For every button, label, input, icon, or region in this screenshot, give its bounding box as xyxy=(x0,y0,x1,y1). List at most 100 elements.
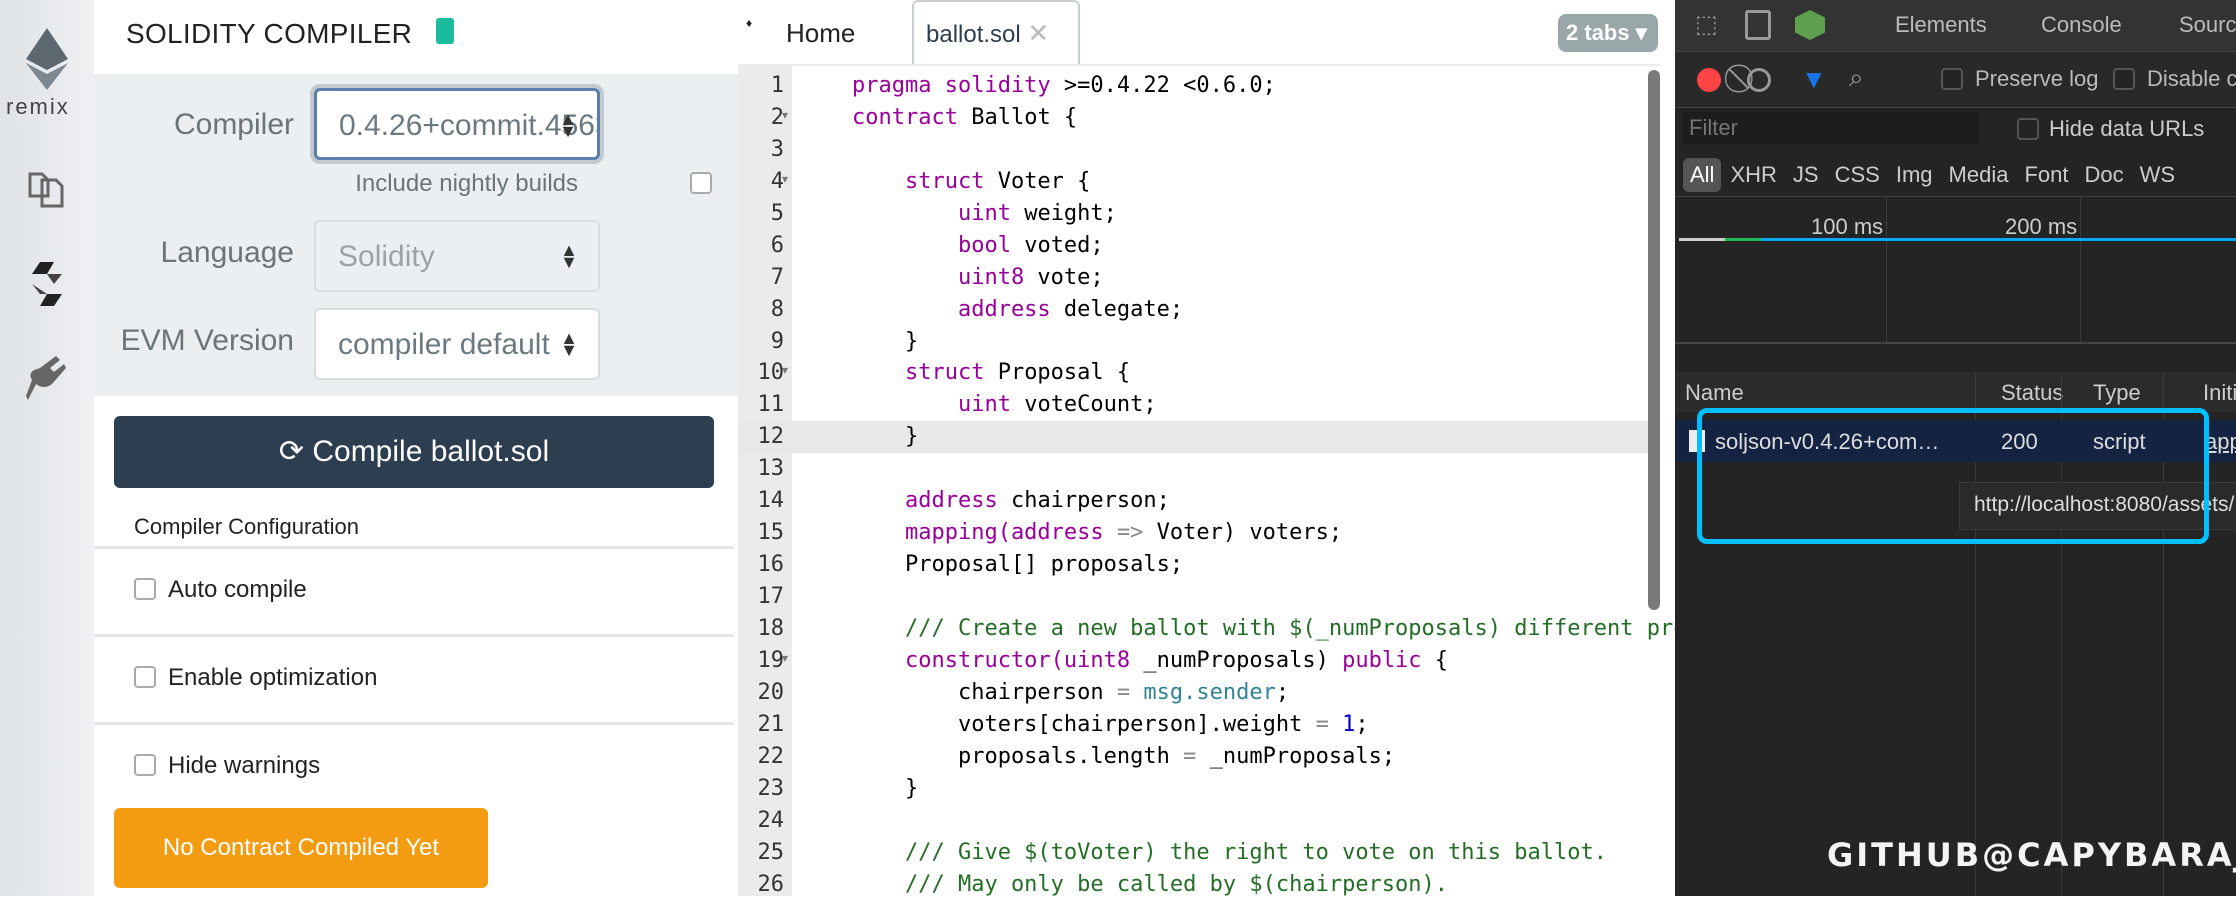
column-type[interactable]: Type xyxy=(2093,380,2141,406)
line-number: 8 xyxy=(770,296,784,322)
line-number: 12 xyxy=(757,424,785,450)
fold-arrow-icon[interactable]: ▾ xyxy=(782,651,788,665)
clear-icon[interactable] xyxy=(1747,68,1771,92)
tab-console[interactable]: Console xyxy=(2041,12,2122,38)
code-token: = xyxy=(1116,679,1131,705)
hide-warnings-checkbox[interactable] xyxy=(134,754,156,776)
tabs-count: 2 tabs xyxy=(1566,20,1630,45)
code-editor: ♦ Home ballot.sol ✕ 2 tabs ▾ 1 pragma sol… xyxy=(738,0,1779,897)
code-token: ; xyxy=(1355,711,1369,737)
highlight-box xyxy=(1697,408,2209,544)
tab-elements[interactable]: Elements xyxy=(1895,12,1987,38)
fold-arrow-icon[interactable]: ▾ xyxy=(782,108,788,122)
file-explorer-icon[interactable] xyxy=(28,166,64,208)
editor-scrollbar[interactable] xyxy=(1648,70,1660,610)
column-name[interactable]: Name xyxy=(1685,380,1744,406)
line-number: 9 xyxy=(770,328,784,354)
icon-sidebar: remix xyxy=(0,0,94,896)
type-filter-font[interactable]: Font xyxy=(2017,158,2075,192)
line-number: 24 xyxy=(757,807,785,833)
close-tab-icon[interactable]: ✕ xyxy=(1027,18,1049,48)
enable-optimization-checkbox[interactable] xyxy=(134,666,156,688)
disable-cache-checkbox[interactable] xyxy=(2113,68,2135,90)
fold-arrow-icon[interactable]: ▾ xyxy=(782,172,788,186)
code-token: uint xyxy=(852,392,1011,418)
type-filter-img[interactable]: Img xyxy=(1889,158,1940,192)
nightly-builds-checkbox[interactable] xyxy=(690,172,712,194)
inspect-element-icon[interactable]: ⬚ xyxy=(1695,10,1718,39)
record-icon[interactable] xyxy=(1697,68,1721,92)
evm-version-select[interactable]: compiler default ▲ ▼ xyxy=(314,308,600,380)
type-filter-xhr[interactable]: XHR xyxy=(1723,158,1783,192)
code-token: /// Give $(toVoter) the right to vote on… xyxy=(852,839,1607,865)
select-arrows-icon: ▲ ▼ xyxy=(560,240,578,272)
compiler-version-select[interactable]: 0.4.26+commit.4563c3fc▲▼ xyxy=(314,88,600,160)
type-filter-css[interactable]: CSS xyxy=(1828,158,1887,192)
request-initiator-link[interactable]: app xyxy=(2205,429,2236,455)
code-token: uint8 xyxy=(852,264,1025,290)
code-token: /// Create a new ballot with $(_numPropo… xyxy=(852,616,1780,642)
code-token: voters[chairperson].weight xyxy=(852,711,1316,737)
ethereum-logo-icon[interactable] xyxy=(26,28,68,90)
code-line: bool voted; xyxy=(852,233,1104,258)
code-line: pragma solidity >=0.4.22 <0.6.0; xyxy=(852,73,1276,98)
language-select[interactable]: Solidity ▲ ▼ xyxy=(314,220,600,292)
code-token: voted; xyxy=(1010,232,1104,258)
language-value: Solidity xyxy=(338,240,435,273)
type-filter-media[interactable]: Media xyxy=(1942,158,2016,192)
line-number: 18 xyxy=(757,616,785,642)
devtools-top-bar: ⬚ Elements Console Sources xyxy=(1675,0,2236,52)
line-number: 21 xyxy=(757,711,785,737)
preserve-log-checkbox[interactable] xyxy=(1941,68,1963,90)
search-icon[interactable]: ⌕ xyxy=(1849,62,1864,94)
requests-table-header: Name Status Type Initiator xyxy=(1675,372,2236,412)
tab-ballot-sol[interactable]: ballot.sol ✕ xyxy=(912,0,1080,64)
compile-button[interactable]: ⟳ Compile ballot.sol xyxy=(114,416,714,488)
hide-data-urls-label: Hide data URLs xyxy=(2049,116,2205,141)
home-tab[interactable]: ♦ xyxy=(746,16,752,30)
divider xyxy=(738,64,1660,66)
column-initiator[interactable]: Initiator xyxy=(2203,380,2236,406)
compilation-status-button[interactable]: No Contract Compiled Yet xyxy=(114,808,488,888)
column-status[interactable]: Status xyxy=(2001,380,2063,406)
timing-bar-queue xyxy=(1679,238,1725,241)
tabs-count-dropdown[interactable]: 2 tabs ▾ xyxy=(1558,14,1658,52)
type-filter-doc[interactable]: Doc xyxy=(2077,158,2130,192)
compiler-settings: Compiler 0.4.26+commit.4563c3fc▲▼ Includ… xyxy=(94,74,738,396)
line-number: 20 xyxy=(757,679,785,705)
code-line: struct Proposal { xyxy=(852,360,1130,385)
evm-version-label: EVM Version xyxy=(120,324,294,357)
code-token: _numProposals) xyxy=(1130,647,1343,673)
timeline-tick-100ms: 100 ms xyxy=(1811,214,1884,239)
code-token: public xyxy=(1342,647,1422,673)
nodejs-icon[interactable] xyxy=(1795,10,1825,40)
auto-compile-checkbox[interactable] xyxy=(134,578,156,600)
documentation-book-icon[interactable] xyxy=(436,18,454,44)
code-token: weight; xyxy=(1010,200,1117,226)
code-token: msg.sender xyxy=(1143,679,1276,705)
code-token: = xyxy=(1315,711,1329,737)
filter-funnel-icon[interactable]: ▼ xyxy=(1801,64,1827,95)
device-toolbar-icon[interactable] xyxy=(1745,10,1771,40)
type-filter-ws[interactable]: WS xyxy=(2133,158,2182,192)
type-filter-all[interactable]: All xyxy=(1683,158,1722,192)
line-number: 10 xyxy=(757,360,785,386)
code-token: struct xyxy=(852,168,985,194)
line-number: 26 xyxy=(757,871,785,897)
filter-input[interactable] xyxy=(1683,112,1979,144)
tab-sources[interactable]: Sources xyxy=(2179,12,2236,38)
hide-data-urls-checkbox[interactable] xyxy=(2017,118,2039,140)
type-filter-js[interactable]: JS xyxy=(1786,158,1826,192)
solidity-compiler-icon[interactable] xyxy=(32,262,62,306)
disable-cache-label: Disable cache xyxy=(2147,66,2236,91)
code-line: Proposal[] proposals; xyxy=(852,552,1183,577)
code-token: vote; xyxy=(1024,264,1104,290)
code-token: { xyxy=(1421,647,1449,673)
plugin-icon[interactable] xyxy=(26,356,66,400)
home-tab-label[interactable]: Home xyxy=(786,18,855,49)
fold-arrow-icon[interactable]: ▾ xyxy=(782,363,788,377)
gridline xyxy=(2080,196,2081,342)
code-token: _numProposals; xyxy=(1196,743,1396,769)
compile-button-label: Compile ballot.sol xyxy=(312,435,550,468)
code-line: uint voteCount; xyxy=(852,392,1157,417)
